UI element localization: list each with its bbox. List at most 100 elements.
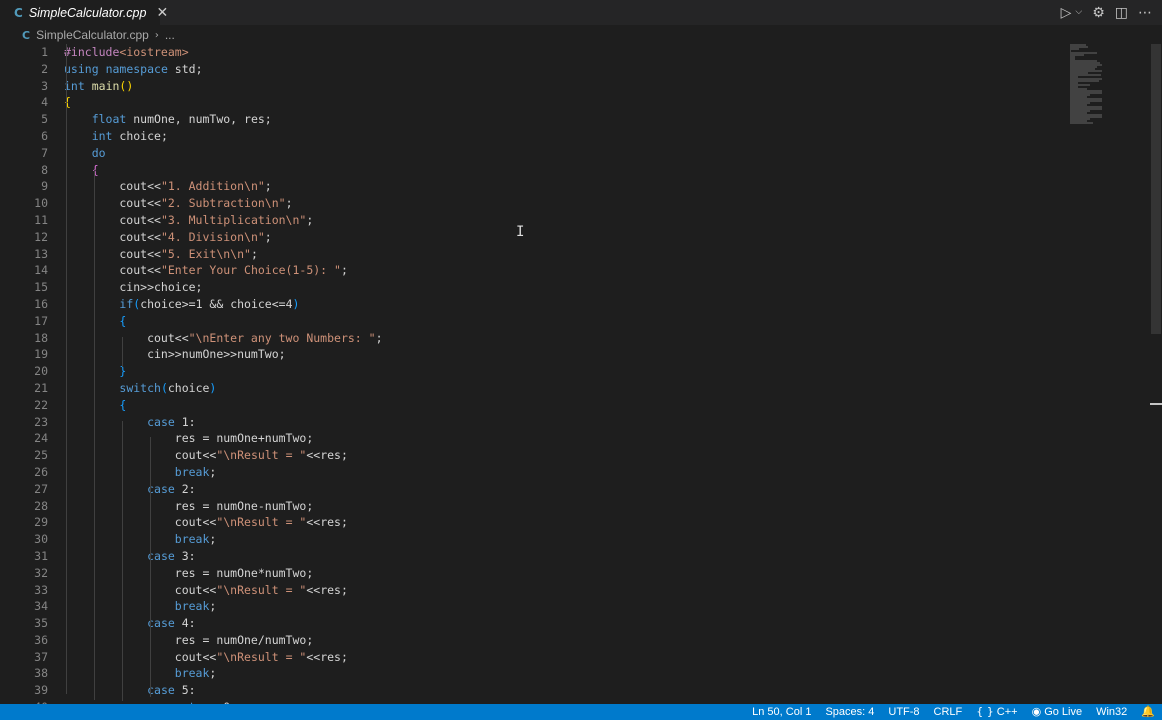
- code-line[interactable]: break;: [64, 665, 1064, 682]
- code-line[interactable]: res = numOne-numTwo;: [64, 498, 1064, 515]
- code-token: ;: [285, 196, 293, 211]
- code-line[interactable]: case 5:: [64, 682, 1064, 699]
- code-line[interactable]: if(choice>=1 && choice<=4): [64, 296, 1064, 313]
- code-token: 3:: [174, 548, 196, 563]
- breadcrumb: C SimpleCalculator.cpp › ...: [0, 25, 1162, 45]
- minimap[interactable]: [1070, 44, 1110, 124]
- code-line[interactable]: cout<<"\nResult = "<<res;: [64, 447, 1064, 464]
- code-line[interactable]: cout<<"2. Subtraction\n";: [64, 195, 1064, 212]
- code-line[interactable]: res = numOne+numTwo;: [64, 430, 1064, 447]
- code-token: 4:: [174, 616, 196, 631]
- split-editor-icon[interactable]: ◫: [1115, 6, 1128, 20]
- indentation[interactable]: Spaces: 4: [818, 704, 881, 720]
- indent-guide: [66, 44, 67, 694]
- code-line[interactable]: case 2:: [64, 481, 1064, 498]
- code-line[interactable]: case 1:: [64, 414, 1064, 431]
- bell-icon[interactable]: 🔔: [1134, 704, 1162, 720]
- code-line[interactable]: case 4:: [64, 615, 1064, 632]
- code-line[interactable]: }: [64, 363, 1064, 380]
- platform[interactable]: Win32: [1089, 704, 1134, 720]
- encoding[interactable]: UTF-8: [881, 704, 926, 720]
- cpp-file-icon: C: [14, 6, 23, 20]
- code-token: cin>>choice;: [64, 280, 203, 295]
- line-number: 10: [34, 196, 48, 211]
- line-number: 1: [41, 45, 48, 59]
- code-line[interactable]: float numOne, numTwo, res;: [64, 111, 1064, 128]
- code-line[interactable]: {: [64, 313, 1064, 330]
- go-live-label: Go Live: [1044, 706, 1083, 718]
- code-line[interactable]: switch(choice): [64, 380, 1064, 397]
- breadcrumb-file[interactable]: SimpleCalculator.cpp: [36, 28, 149, 42]
- code-token: case: [147, 414, 175, 429]
- code-token: cout<<: [64, 246, 161, 261]
- minimap-line: [1070, 48, 1079, 50]
- code-line[interactable]: cout<<"5. Exit\n\n";: [64, 246, 1064, 263]
- code-line[interactable]: cout<<"Enter Your Choice(1-5): ";: [64, 262, 1064, 279]
- code-line[interactable]: break;: [64, 598, 1064, 615]
- go-live-button[interactable]: ◉ Go Live: [1025, 704, 1090, 720]
- close-icon[interactable]: ✕: [156, 5, 168, 21]
- cursor-position[interactable]: Ln 50, Col 1: [745, 704, 818, 720]
- code-token: ;: [264, 179, 272, 194]
- line-number: 26: [34, 464, 48, 479]
- code-line[interactable]: res = numOne*numTwo;: [64, 565, 1064, 582]
- breadcrumb-symbols[interactable]: ...: [165, 28, 175, 42]
- code-area[interactable]: #include<iostream> using namespace std; in…: [64, 44, 1064, 704]
- code-token: cout<<: [64, 229, 161, 244]
- line-number: 5: [41, 112, 48, 127]
- code-token: cout<<: [64, 330, 189, 345]
- chevron-down-icon[interactable]: ⌵: [1075, 8, 1082, 17]
- code-line[interactable]: break;: [64, 531, 1064, 548]
- language-mode[interactable]: { } C++: [969, 704, 1024, 720]
- code-token: res = numOne/numTwo;: [64, 632, 314, 647]
- run-icon[interactable]: ▷: [1061, 6, 1072, 20]
- code-line[interactable]: cout<<"\nEnter any two Numbers: ";: [64, 330, 1064, 347]
- text-cursor-icon: I: [516, 224, 525, 240]
- gear-icon[interactable]: ⚙: [1092, 6, 1105, 20]
- code-line[interactable]: int choice;: [64, 128, 1064, 145]
- line-number: 33: [34, 582, 48, 597]
- line-number: 11: [34, 212, 48, 227]
- code-line[interactable]: cout<<"3. Multiplication\n";: [64, 212, 1064, 229]
- line-number: 38: [34, 666, 48, 681]
- code-line[interactable]: cout<<"\nResult = "<<res;: [64, 582, 1064, 599]
- code-line[interactable]: cin>>numOne>>numTwo;: [64, 346, 1064, 363]
- code-token: "3. Multiplication\n": [160, 212, 307, 227]
- code-editor[interactable]: 1 2 3 4 5 6 7 8 9 10 11 12 13 14 15 16 17 18 19 20 21 22 23 24 2…: [0, 44, 1162, 704]
- code-line[interactable]: cout<<"\nResult = "<<res;: [64, 514, 1064, 531]
- code-line[interactable]: res = numOne/numTwo;: [64, 632, 1064, 649]
- code-line[interactable]: cout<<"1. Addition\n";: [64, 178, 1064, 195]
- code-line[interactable]: cout<<"4. Division\n";: [64, 229, 1064, 246]
- code-line[interactable]: cout<<"\nResult = "<<res;: [64, 649, 1064, 666]
- line-number: 23: [34, 414, 48, 429]
- code-line[interactable]: {: [64, 162, 1064, 179]
- code-line[interactable]: do: [64, 145, 1064, 162]
- indent-guide: [150, 437, 151, 697]
- end-of-line[interactable]: CRLF: [927, 704, 970, 720]
- cpp-file-icon: C: [22, 28, 31, 42]
- code-token: case: [147, 481, 175, 496]
- code-line[interactable]: #include<iostream>: [64, 44, 1064, 61]
- code-token: break: [174, 464, 210, 479]
- code-token: break: [174, 599, 210, 614]
- more-actions-icon[interactable]: ⋯: [1138, 6, 1152, 20]
- code-line[interactable]: break;: [64, 464, 1064, 481]
- code-token: choice;: [112, 128, 168, 143]
- tab-simplecalculator[interactable]: C SimpleCalculator.cpp ✕: [0, 0, 168, 25]
- code-line[interactable]: int main(): [64, 78, 1064, 95]
- code-line[interactable]: using namespace std;: [64, 61, 1064, 78]
- code-line[interactable]: cin>>choice;: [64, 279, 1064, 296]
- code-token: ;: [209, 599, 217, 614]
- scrollbar-thumb[interactable]: [1151, 44, 1161, 334]
- code-line[interactable]: {: [64, 94, 1064, 111]
- code-token: int: [64, 78, 85, 93]
- code-token: 5:: [174, 683, 196, 698]
- code-line[interactable]: case 3:: [64, 548, 1064, 565]
- code-line[interactable]: {: [64, 397, 1064, 414]
- code-token: "\nEnter any two Numbers: ": [188, 330, 376, 345]
